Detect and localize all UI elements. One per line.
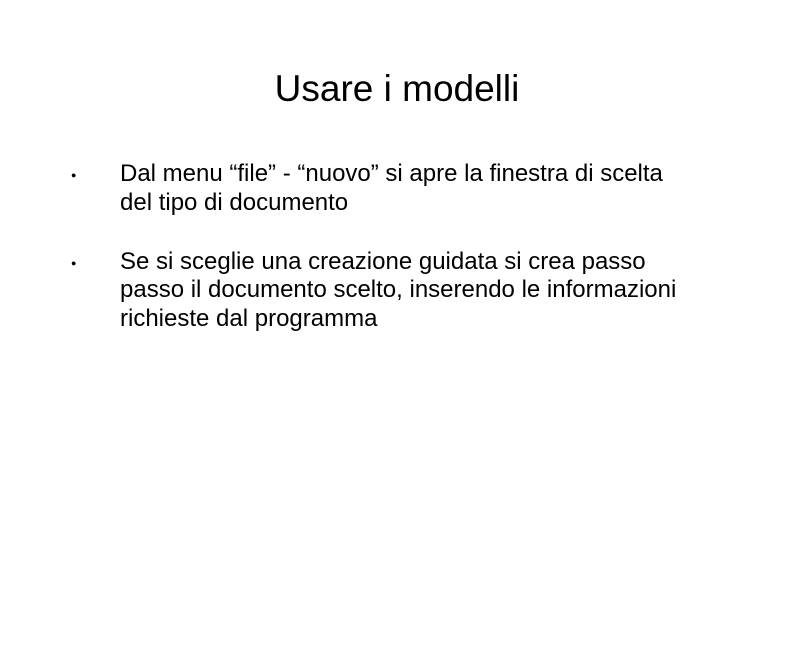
slide-title: Usare i modelli [0,68,794,110]
list-item: Dal menu “file” - “nuovo” si apre la fin… [65,160,699,218]
list-item: Se si sceglie una creazione guidata si c… [65,248,699,334]
bullet-list: Dal menu “file” - “nuovo” si apre la fin… [0,160,794,334]
slide: Usare i modelli Dal menu “file” - “nuovo… [0,68,794,663]
